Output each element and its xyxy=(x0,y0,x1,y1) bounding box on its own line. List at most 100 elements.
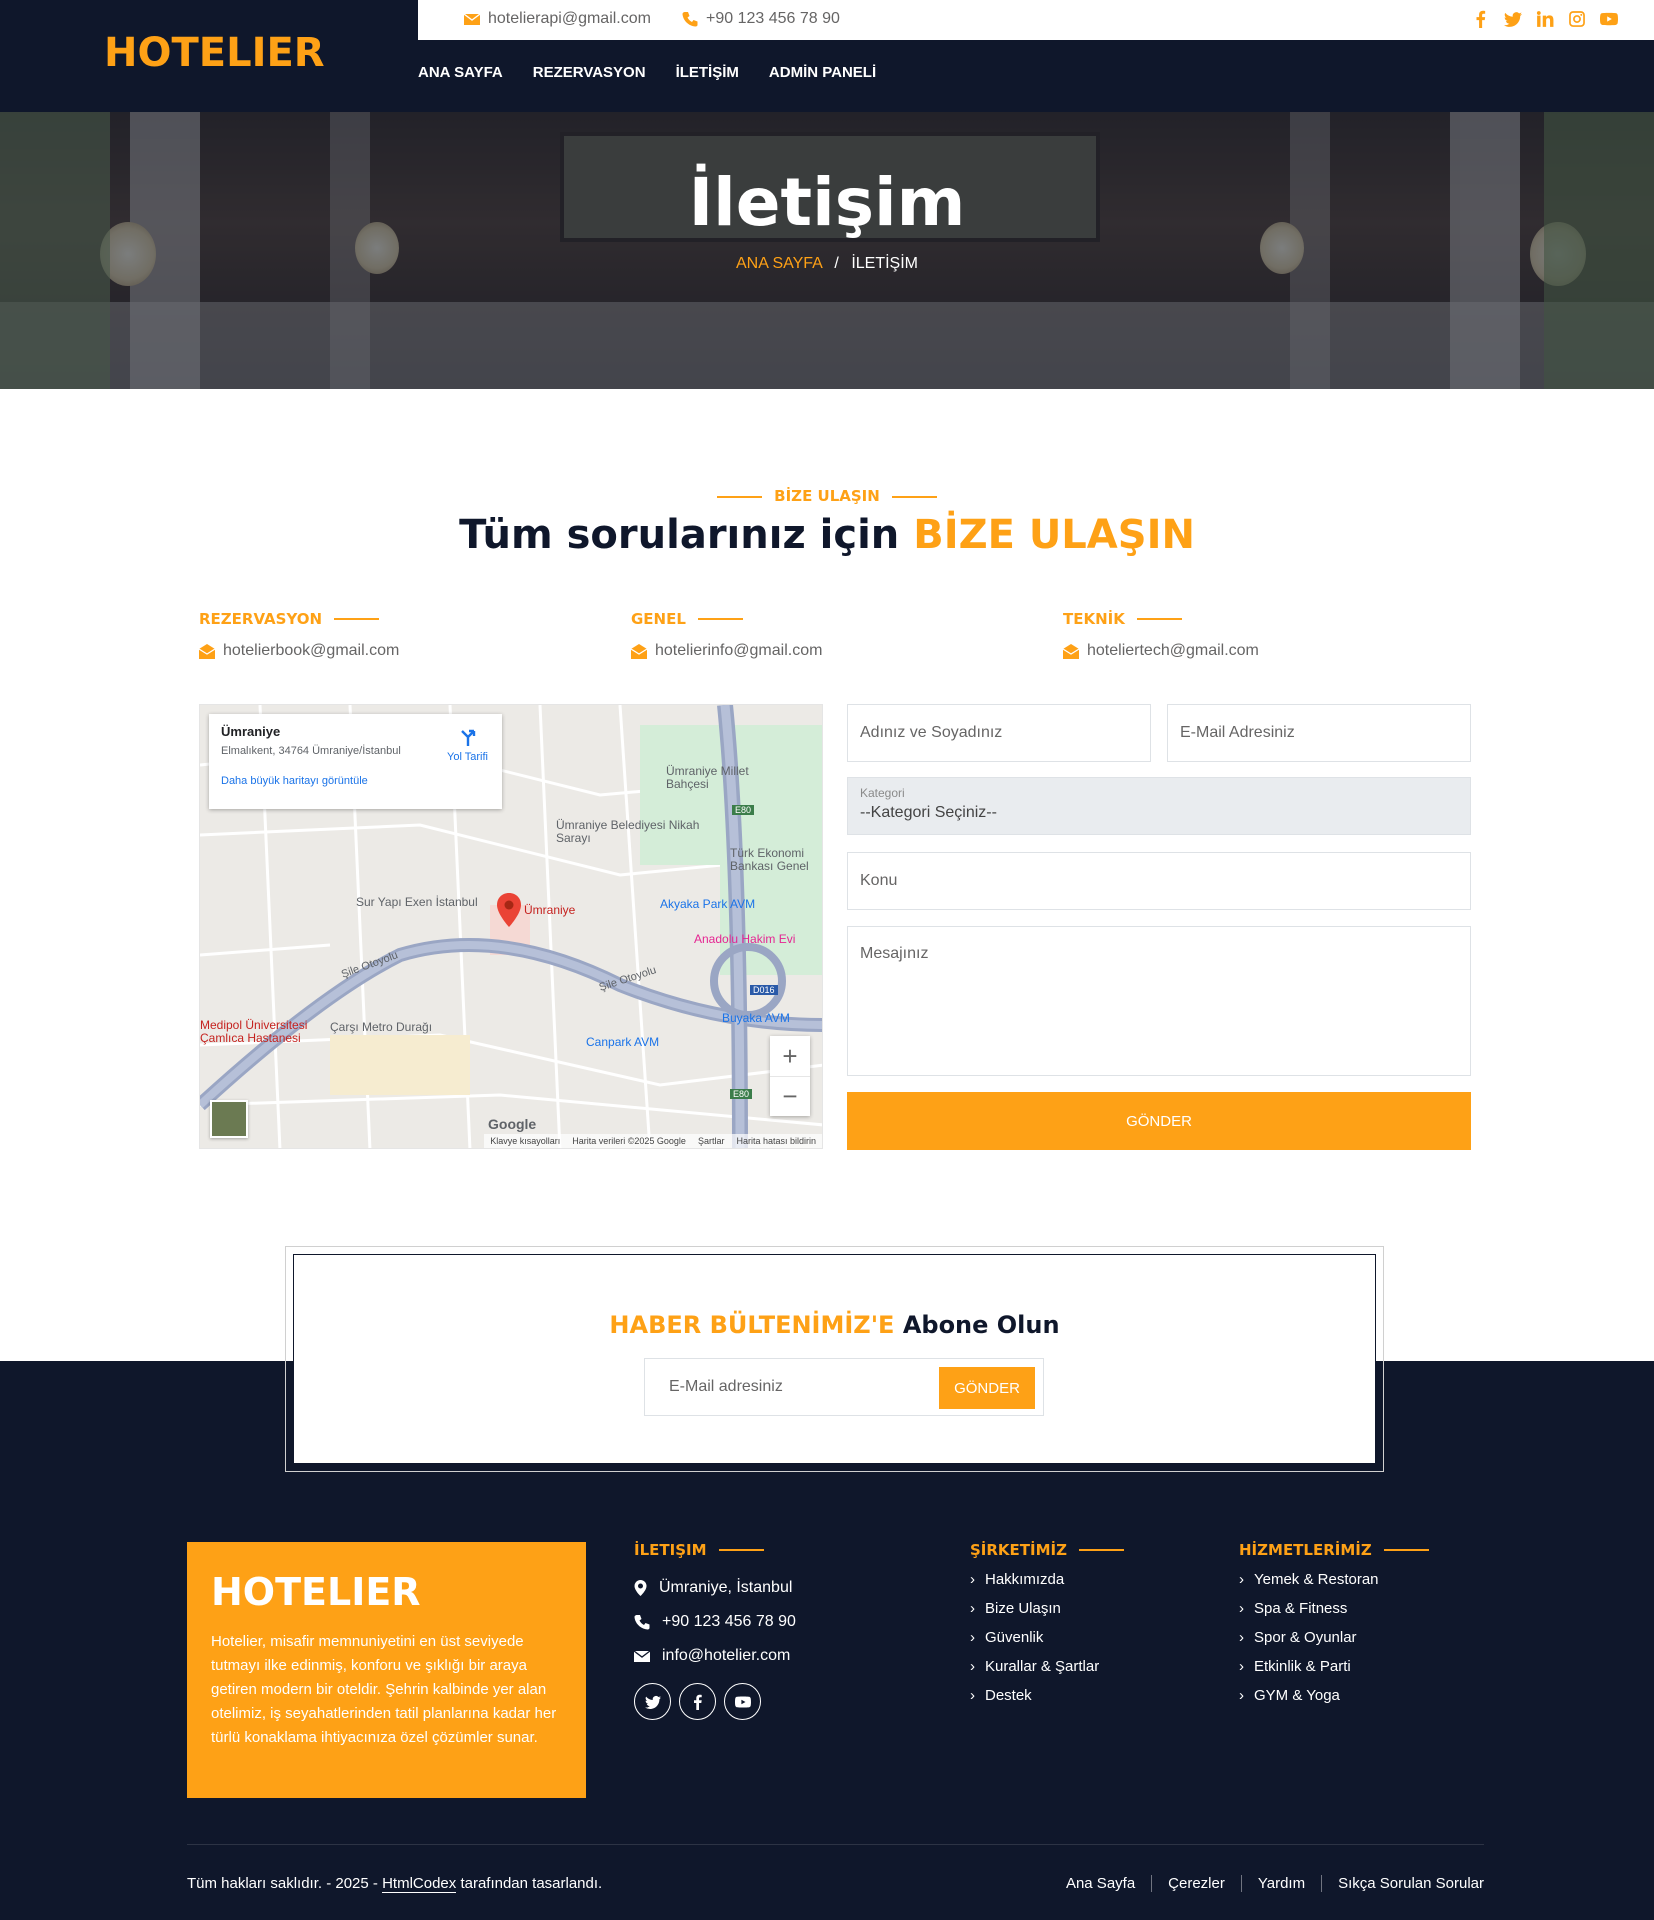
footer-phone[interactable]: +90 123 456 78 90 xyxy=(634,1613,796,1631)
submit-button[interactable]: GÖNDER xyxy=(847,1092,1471,1150)
site-logo[interactable]: HOTELIER xyxy=(104,30,325,76)
main-nav: ANA SAYFA REZERVASYON İLETİŞİM ADMİN PAN… xyxy=(418,64,876,81)
footer-logo[interactable]: HOTELIER xyxy=(211,1570,562,1614)
contact-email[interactable]: hotelierbook@gmail.com xyxy=(223,642,399,660)
topbar-email-text: hotelierapi@gmail.com xyxy=(488,10,651,27)
footer-address: Ümraniye, İstanbul xyxy=(634,1579,796,1597)
footer-email[interactable]: info@hotelier.com xyxy=(634,1647,796,1665)
newsletter-title: HABER BÜLTENİMİZ'E Abone Olun xyxy=(609,1311,1060,1339)
footer-social-links xyxy=(634,1683,796,1720)
map-info-card: Ümraniye Elmalıkent, 34764 Ümraniye/İsta… xyxy=(209,714,502,809)
map-label: Sur Yapı Exen İstanbul xyxy=(356,895,478,909)
chevron-right-icon: › xyxy=(970,1629,975,1646)
email-input[interactable]: E-Mail Adresiniz xyxy=(1167,704,1471,762)
facebook-icon[interactable] xyxy=(1472,10,1490,28)
nav-admin-panel[interactable]: ADMİN PANELİ xyxy=(769,64,876,81)
chevron-right-icon: › xyxy=(970,1600,975,1617)
footer-link[interactable]: › GYM & Yoga xyxy=(1239,1687,1429,1704)
map-data-credit: Harita verileri ©2025 Google xyxy=(572,1136,686,1146)
designer-link[interactable]: HtmlCodex xyxy=(382,1875,457,1893)
nav-contact[interactable]: İLETİŞİM xyxy=(676,64,739,81)
footer-twitter-button[interactable] xyxy=(634,1683,671,1720)
footer-youtube-button[interactable] xyxy=(724,1683,761,1720)
map-road-badge: E80 xyxy=(732,805,755,815)
report-error-link[interactable]: Harita hatası bildirin xyxy=(736,1136,816,1146)
page-hero: İletişim ANA SAYFA / İLETİŞİM xyxy=(0,112,1654,389)
map-attribution: Klavye kısayolları Harita verileri ©2025… xyxy=(484,1134,822,1148)
footer-about-text: Hotelier, misafir memnuniyetini en üst s… xyxy=(211,1633,557,1746)
directions-button[interactable]: Yol Tarifi xyxy=(447,726,488,763)
category-label: Kategori xyxy=(860,786,905,800)
keyboard-shortcuts-link[interactable]: Klavye kısayolları xyxy=(490,1136,560,1146)
footer-link[interactable]: › Bize Ulaşın xyxy=(970,1600,1124,1617)
footer-link[interactable]: › Güvenlik xyxy=(970,1629,1124,1646)
message-textarea[interactable]: Mesajınız xyxy=(847,926,1471,1076)
category-select[interactable]: Kategori --Kategori Seçiniz-- xyxy=(847,777,1471,835)
envelope-open-icon xyxy=(199,643,215,659)
map-label: Çarşı Metro Durağı xyxy=(330,1020,433,1034)
name-input[interactable]: Adınız ve Soyadınız xyxy=(847,704,1151,762)
contact-label: REZERVASYON xyxy=(199,610,323,628)
twitter-icon[interactable] xyxy=(1504,10,1522,28)
topbar-email[interactable]: hotelierapi@gmail.com xyxy=(464,10,651,28)
site-header: HOTELIER hotelierapi@gmail.com +90 123 4… xyxy=(0,0,1654,112)
terms-link[interactable]: Şartlar xyxy=(698,1136,725,1146)
newsletter-submit-button[interactable]: GÖNDER xyxy=(939,1367,1035,1409)
footer-link[interactable]: › Etkinlik & Parti xyxy=(1239,1658,1429,1675)
map-road-badge: E80 xyxy=(730,1089,753,1099)
contact-email[interactable]: hotelierinfo@gmail.com xyxy=(655,642,822,660)
nav-home[interactable]: ANA SAYFA xyxy=(418,64,503,81)
footer-menu-home[interactable]: Ana Sayfa xyxy=(1050,1875,1151,1892)
subject-input[interactable]: Konu xyxy=(847,852,1471,910)
envelope-open-icon xyxy=(1063,643,1079,659)
map-label: Türk Ekonomi Bankası Genel xyxy=(730,846,809,873)
view-larger-map-link[interactable]: Daha büyük haritayı görüntüle xyxy=(221,775,490,787)
footer-menu-cookies[interactable]: Çerezler xyxy=(1151,1875,1241,1892)
topbar-social-links xyxy=(1472,10,1618,28)
zoom-in-button[interactable]: + xyxy=(770,1036,810,1076)
map-label: Ümraniye Belediyesi Nikah Sarayı xyxy=(556,818,700,845)
map-pin-icon[interactable] xyxy=(496,893,522,927)
map-marker-icon xyxy=(634,1580,647,1596)
category-value: --Kategori Seçiniz-- xyxy=(860,804,997,821)
chevron-right-icon: › xyxy=(970,1687,975,1704)
envelope-icon xyxy=(634,1649,650,1662)
breadcrumb-home[interactable]: ANA SAYFA xyxy=(736,255,822,272)
footer-link[interactable]: › Yemek & Restoran xyxy=(1239,1571,1429,1588)
chevron-right-icon: › xyxy=(1239,1629,1244,1646)
footer-menu-faq[interactable]: Sıkça Sorulan Sorular xyxy=(1321,1875,1484,1892)
footer-link[interactable]: › Destek xyxy=(970,1687,1124,1704)
chevron-right-icon: › xyxy=(970,1571,975,1588)
contact-column-general: GENEL hotelierinfo@gmail.com xyxy=(631,610,822,660)
nav-reservation[interactable]: REZERVASYON xyxy=(533,64,646,81)
phone-icon xyxy=(682,12,698,27)
footer-company-title: ŞİRKETİMİZ xyxy=(970,1541,1068,1559)
footer-facebook-button[interactable] xyxy=(679,1683,716,1720)
topbar-phone[interactable]: +90 123 456 78 90 xyxy=(682,10,840,28)
newsletter-email-input[interactable]: E-Mail adresiniz xyxy=(669,1378,783,1396)
newsletter-box: HABER BÜLTENİMİZ'E Abone Olun E-Mail adr… xyxy=(285,1246,1384,1472)
footer-contact-column: İletişim Ümraniye, İstanbul +90 123 456 … xyxy=(634,1541,796,1720)
contact-label: TEKNİK xyxy=(1063,610,1125,628)
zoom-out-button[interactable]: − xyxy=(770,1076,810,1116)
footer-link[interactable]: › Kurallar & Şartlar xyxy=(970,1658,1124,1675)
contact-email[interactable]: hoteliertech@gmail.com xyxy=(1087,642,1259,660)
footer-link[interactable]: › Spa & Fitness xyxy=(1239,1600,1429,1617)
youtube-icon[interactable] xyxy=(1600,10,1618,28)
instagram-icon[interactable] xyxy=(1568,10,1586,28)
twitter-icon xyxy=(644,1695,661,1709)
map-satellite-toggle[interactable] xyxy=(210,1100,248,1138)
breadcrumb-current: İLETİŞİM xyxy=(851,255,918,272)
footer-divider xyxy=(187,1844,1484,1845)
map-pin-label: Ümraniye xyxy=(524,903,576,917)
footer-about-box: HOTELIER Hotelier, misafir memnuniyetini… xyxy=(187,1542,586,1798)
map-label: Ümraniye Millet Bahçesi xyxy=(666,764,749,791)
footer-link[interactable]: › Hakkımızda xyxy=(970,1571,1124,1588)
google-map[interactable]: Ümraniye Elmalıkent, 34764 Ümraniye/İsta… xyxy=(199,704,823,1149)
topbar-phone-text: +90 123 456 78 90 xyxy=(706,10,840,27)
contact-label: GENEL xyxy=(631,610,686,628)
linkedin-icon[interactable] xyxy=(1536,10,1554,28)
footer-menu-help[interactable]: Yardım xyxy=(1240,1875,1321,1892)
footer-link[interactable]: › Spor & Oyunlar xyxy=(1239,1629,1429,1646)
contact-column-technical: TEKNİK hoteliertech@gmail.com xyxy=(1063,610,1259,660)
